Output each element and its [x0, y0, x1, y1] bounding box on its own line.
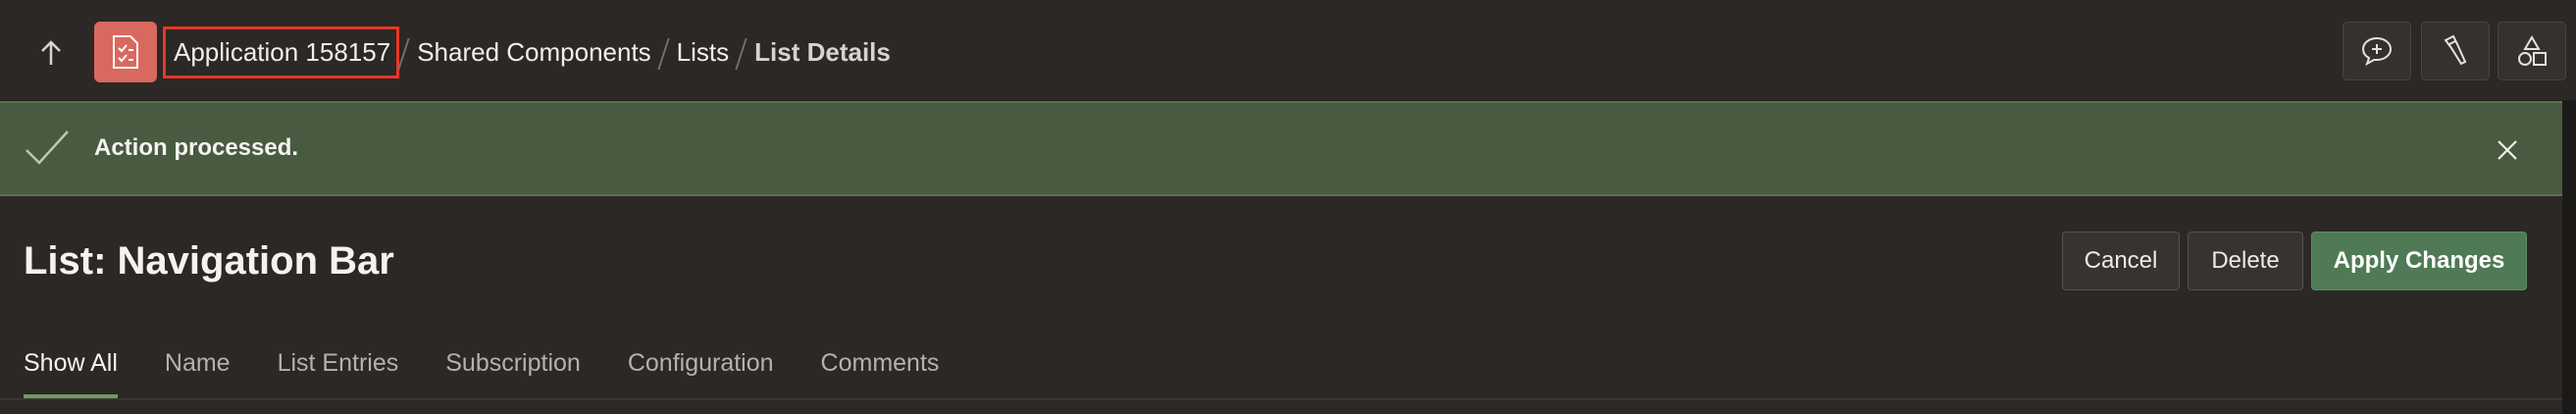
- breadcrumb-list-details: List Details: [754, 36, 891, 67]
- breadcrumb-shared-components[interactable]: Shared Components: [407, 37, 660, 68]
- feedback-button[interactable]: [2343, 22, 2411, 80]
- cancel-button[interactable]: Cancel: [2062, 232, 2180, 290]
- tab-configuration[interactable]: Configuration: [628, 345, 774, 402]
- delete-button[interactable]: Delete: [2188, 232, 2303, 290]
- application-icon[interactable]: [94, 22, 157, 82]
- tab-subscription[interactable]: Subscription: [445, 345, 581, 402]
- checklist-document-icon: [113, 35, 138, 69]
- close-icon: [2498, 140, 2517, 160]
- scrollbar-track[interactable]: [2562, 101, 2576, 414]
- success-message: Action processed.: [94, 134, 299, 161]
- tab-list-entries[interactable]: List Entries: [278, 345, 399, 402]
- page-title: List: Navigation Bar: [24, 239, 394, 283]
- region-tabs: Show All Name List Entries Subscription …: [24, 345, 986, 402]
- tab-name[interactable]: Name: [165, 345, 231, 402]
- breadcrumb-lists[interactable]: Lists: [667, 37, 739, 68]
- shared-components-button[interactable]: [2498, 22, 2566, 80]
- breadcrumb: Application 158157 Shared Components Lis…: [163, 22, 901, 82]
- chat-plus-icon: [2361, 36, 2393, 67]
- breadcrumb-application[interactable]: Application 158157: [163, 26, 400, 78]
- apply-changes-button[interactable]: Apply Changes: [2311, 232, 2527, 290]
- close-banner-button[interactable]: [2490, 132, 2525, 168]
- search-tool-button[interactable]: [2421, 22, 2490, 80]
- flashlight-icon: [2444, 34, 2467, 66]
- tab-comments[interactable]: Comments: [821, 345, 940, 402]
- shapes-icon: [2518, 35, 2547, 66]
- checkmark-icon: [26, 130, 69, 165]
- success-banner: Action processed.: [0, 101, 2562, 196]
- arrow-up-icon: [41, 40, 61, 65]
- navigate-up-button[interactable]: [27, 29, 75, 77]
- tab-show-all[interactable]: Show All: [24, 345, 118, 402]
- top-header: Application 158157 Shared Components Lis…: [0, 0, 2576, 101]
